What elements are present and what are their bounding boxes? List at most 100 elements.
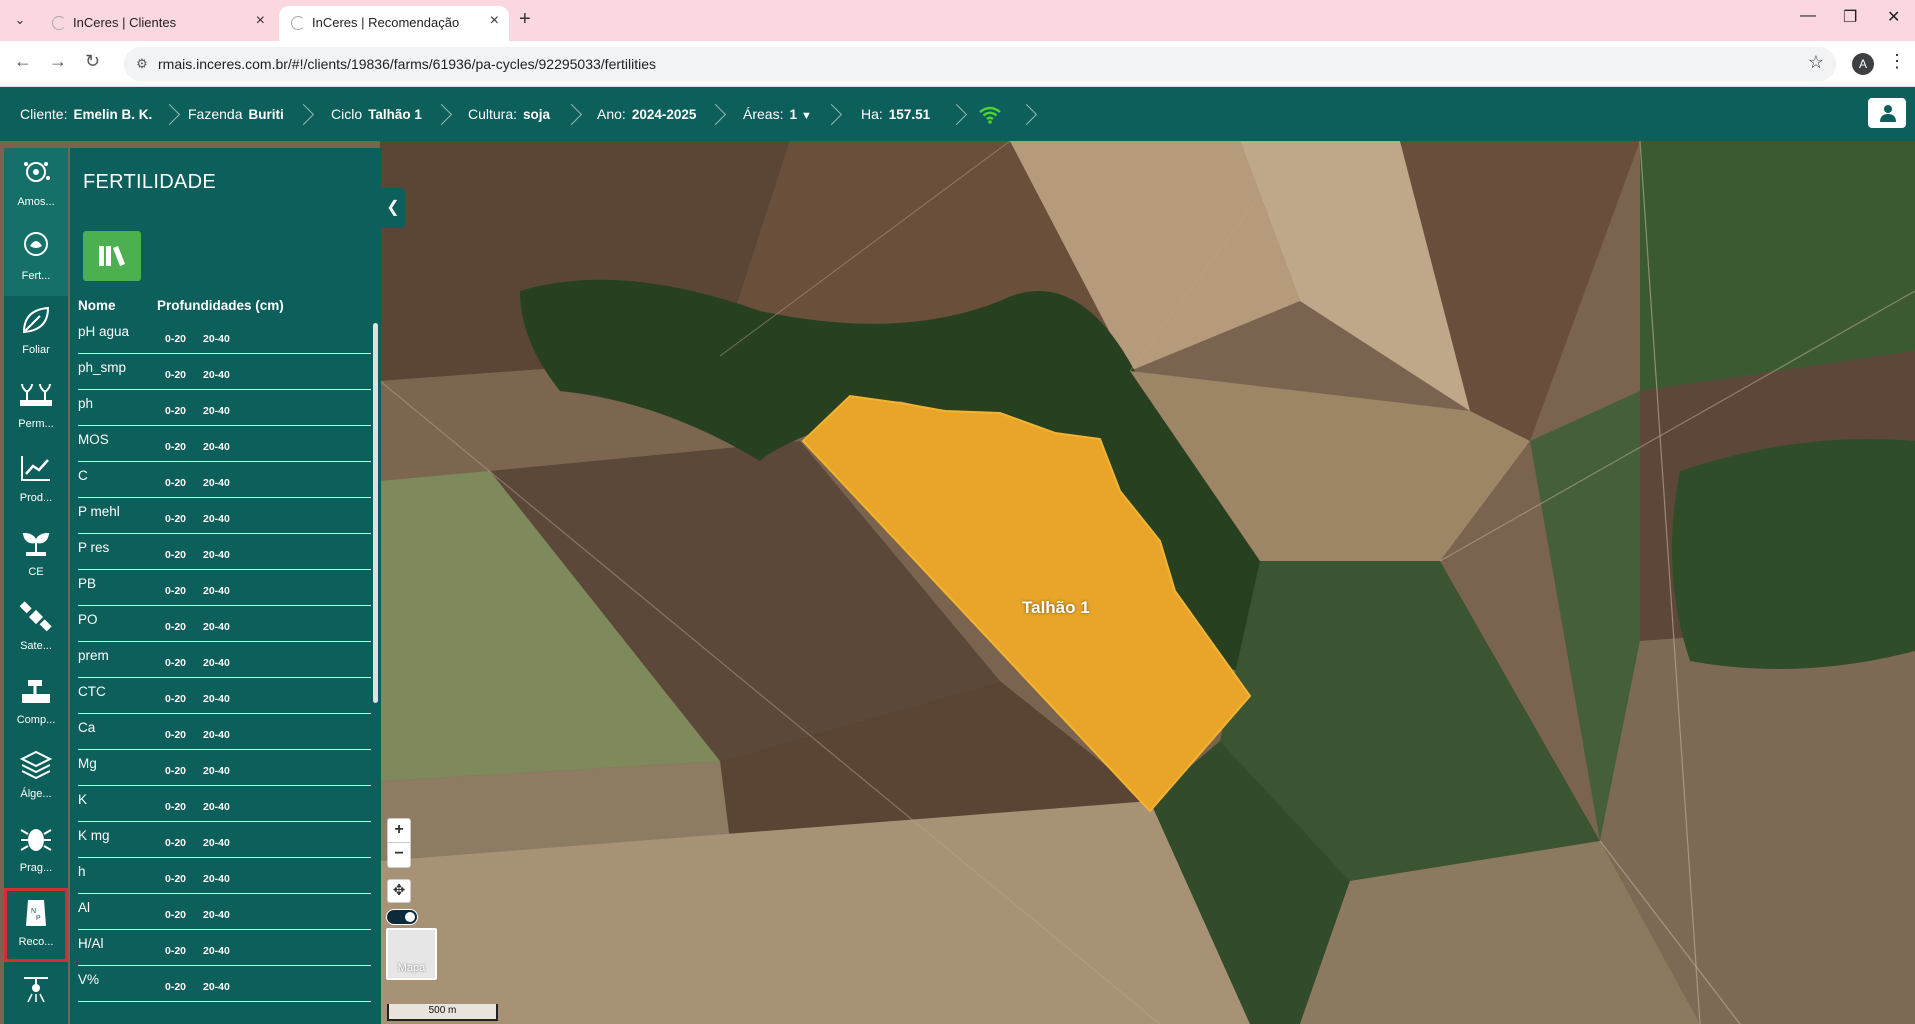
- window-close-icon[interactable]: ✕: [1887, 7, 1900, 27]
- depth-0-20-option[interactable]: 0-20: [165, 477, 186, 489]
- depth-0-20-option[interactable]: 0-20: [165, 873, 186, 885]
- depth-0-20-option[interactable]: 0-20: [165, 657, 186, 669]
- fertility-row[interactable]: K mg 0-20 20-40: [78, 822, 371, 858]
- depth-20-40-option[interactable]: 20-40: [203, 837, 230, 849]
- depth-20-40-option[interactable]: 20-40: [203, 621, 230, 633]
- fertility-row[interactable]: MOS 0-20 20-40: [78, 426, 371, 462]
- browser-tab-clientes[interactable]: InCeres | Clientes ×: [40, 6, 275, 41]
- fertility-row[interactable]: P mehl 0-20 20-40: [78, 498, 371, 534]
- basemap-switcher[interactable]: Mapa: [386, 928, 437, 980]
- header-cliente[interactable]: Cliente: Emelin B. K.: [20, 87, 152, 141]
- depth-0-20-option[interactable]: 0-20: [165, 981, 186, 993]
- site-settings-icon[interactable]: ⚙: [132, 54, 152, 74]
- fertility-row[interactable]: PO 0-20 20-40: [78, 606, 371, 642]
- back-arrow-icon[interactable]: ←: [14, 51, 32, 72]
- fertility-row[interactable]: CTC 0-20 20-40: [78, 678, 371, 714]
- close-icon[interactable]: ×: [256, 12, 265, 30]
- depth-20-40-option[interactable]: 20-40: [203, 477, 230, 489]
- fertility-row[interactable]: PB 0-20 20-40: [78, 570, 371, 606]
- depth-0-20-option[interactable]: 0-20: [165, 837, 186, 849]
- collapse-panel-chevron-left-icon[interactable]: ❮: [381, 188, 405, 228]
- rail-item-fertilidade[interactable]: Fert...: [4, 222, 68, 296]
- fertility-row[interactable]: pH agua 0-20 20-40: [78, 318, 371, 354]
- zoom-out-button[interactable]: −: [388, 843, 410, 867]
- depth-20-40-option[interactable]: 20-40: [203, 945, 230, 957]
- new-tab-plus-icon[interactable]: +: [519, 8, 531, 31]
- url-field[interactable]: ⚙ rmais.inceres.com.br/#!/clients/19836/…: [124, 47, 1836, 81]
- depth-0-20-option[interactable]: 0-20: [165, 729, 186, 741]
- close-icon[interactable]: ×: [490, 12, 499, 30]
- fertility-row[interactable]: h 0-20 20-40: [78, 858, 371, 894]
- depth-20-40-option[interactable]: 20-40: [203, 801, 230, 813]
- profile-avatar[interactable]: A: [1852, 53, 1874, 75]
- user-account-button[interactable]: [1868, 98, 1906, 128]
- depth-0-20-option[interactable]: 0-20: [165, 333, 186, 345]
- depth-0-20-option[interactable]: 0-20: [165, 585, 186, 597]
- depth-20-40-option[interactable]: 20-40: [203, 693, 230, 705]
- depth-0-20-option[interactable]: 0-20: [165, 405, 186, 417]
- rail-item-recomendacao[interactable]: N P Reco...: [4, 888, 68, 962]
- fertility-row[interactable]: C 0-20 20-40: [78, 462, 371, 498]
- rail-item-permanentes[interactable]: Perm...: [4, 370, 68, 444]
- depth-20-40-option[interactable]: 20-40: [203, 765, 230, 777]
- depth-20-40-option[interactable]: 20-40: [203, 657, 230, 669]
- rail-item-algebra[interactable]: Álge...: [4, 740, 68, 814]
- depth-20-40-option[interactable]: 20-40: [203, 909, 230, 921]
- depth-20-40-option[interactable]: 20-40: [203, 873, 230, 885]
- header-ano[interactable]: Ano: 2024-2025: [597, 87, 696, 141]
- depth-20-40-option[interactable]: 20-40: [203, 441, 230, 453]
- depth-0-20-option[interactable]: 0-20: [165, 549, 186, 561]
- browser-tab-recomendacao[interactable]: InCeres | Recomendação ×: [279, 6, 509, 41]
- layer-toggle[interactable]: [386, 909, 418, 925]
- fertility-row[interactable]: ph 0-20 20-40: [78, 390, 371, 426]
- rail-item-pragas[interactable]: Prag...: [4, 814, 68, 888]
- depth-20-40-option[interactable]: 20-40: [203, 405, 230, 417]
- url-text[interactable]: rmais.inceres.com.br/#!/clients/19836/fa…: [158, 56, 656, 72]
- rail-item-satelite[interactable]: Sate...: [4, 592, 68, 666]
- fertility-row[interactable]: Al 0-20 20-40: [78, 894, 371, 930]
- fertility-row[interactable]: P res 0-20 20-40: [78, 534, 371, 570]
- fertility-row[interactable]: ph_smp 0-20 20-40: [78, 354, 371, 390]
- header-cultura[interactable]: Cultura: soja: [468, 87, 550, 141]
- depth-0-20-option[interactable]: 0-20: [165, 909, 186, 921]
- fertility-row[interactable]: Mg 0-20 20-40: [78, 750, 371, 786]
- depth-20-40-option[interactable]: 20-40: [203, 729, 230, 741]
- header-fazenda[interactable]: Fazenda Buriti: [188, 87, 284, 141]
- zoom-in-button[interactable]: +: [388, 819, 410, 843]
- fertility-row[interactable]: Ca 0-20 20-40: [78, 714, 371, 750]
- header-areas-dropdown[interactable]: Áreas: 1 ▼: [743, 87, 812, 141]
- depth-0-20-option[interactable]: 0-20: [165, 801, 186, 813]
- reload-icon[interactable]: ↻: [85, 51, 100, 72]
- tab-list-chevron-icon[interactable]: ⌄: [8, 9, 32, 31]
- depth-20-40-option[interactable]: 20-40: [203, 369, 230, 381]
- fertility-row[interactable]: V% 0-20 20-40: [78, 966, 371, 1002]
- library-button[interactable]: [83, 231, 141, 281]
- rail-item-more[interactable]: [4, 962, 68, 1024]
- depth-20-40-option[interactable]: 20-40: [203, 333, 230, 345]
- bookmark-star-icon[interactable]: ☆: [1808, 52, 1824, 73]
- depth-0-20-option[interactable]: 0-20: [165, 369, 186, 381]
- rail-item-produtividade[interactable]: Prod...: [4, 444, 68, 518]
- depth-0-20-option[interactable]: 0-20: [165, 513, 186, 525]
- depth-0-20-option[interactable]: 0-20: [165, 441, 186, 453]
- pan-move-icon[interactable]: ✥: [387, 879, 411, 903]
- panel-scrollbar[interactable]: [373, 323, 378, 703]
- rail-item-compactacao[interactable]: Comp...: [4, 666, 68, 740]
- browser-menu-icon[interactable]: ⋮: [1888, 51, 1906, 72]
- depth-20-40-option[interactable]: 20-40: [203, 585, 230, 597]
- fertility-row[interactable]: prem 0-20 20-40: [78, 642, 371, 678]
- depth-20-40-option[interactable]: 20-40: [203, 981, 230, 993]
- depth-0-20-option[interactable]: 0-20: [165, 621, 186, 633]
- rail-item-amostragem[interactable]: Amos...: [4, 148, 68, 222]
- depth-0-20-option[interactable]: 0-20: [165, 765, 186, 777]
- minimize-icon[interactable]: —: [1800, 7, 1816, 25]
- fertility-row[interactable]: K 0-20 20-40: [78, 786, 371, 822]
- depth-0-20-option[interactable]: 0-20: [165, 945, 186, 957]
- header-ciclo[interactable]: Ciclo Talhão 1: [331, 87, 422, 141]
- depth-20-40-option[interactable]: 20-40: [203, 549, 230, 561]
- rail-item-ce[interactable]: CE: [4, 518, 68, 592]
- depth-20-40-option[interactable]: 20-40: [203, 513, 230, 525]
- depth-0-20-option[interactable]: 0-20: [165, 693, 186, 705]
- forward-arrow-icon[interactable]: →: [49, 51, 67, 72]
- restore-icon[interactable]: ❐: [1843, 7, 1857, 27]
